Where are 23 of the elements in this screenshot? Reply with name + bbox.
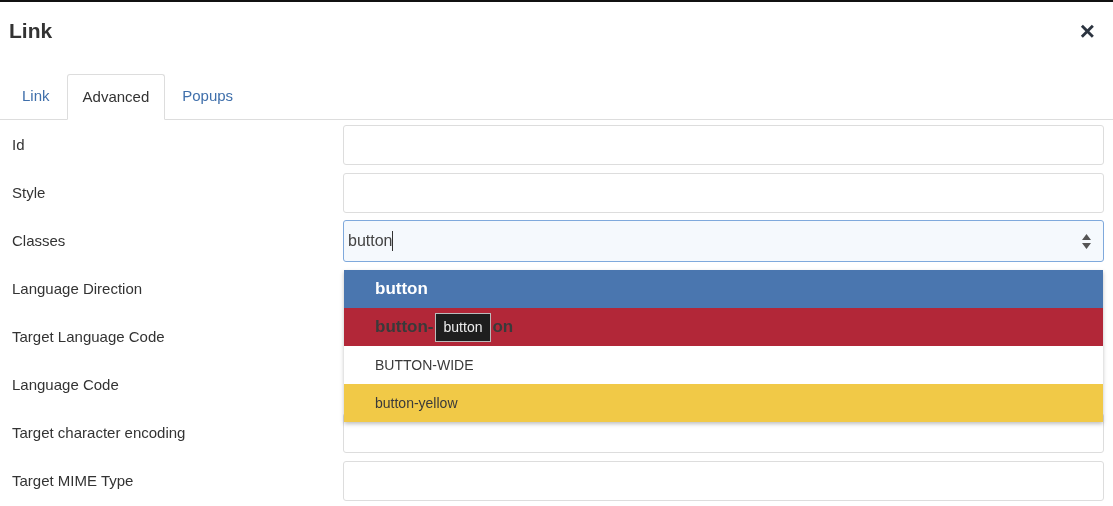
tooltip: button [434,312,492,342]
close-button[interactable]: × [1079,18,1095,44]
input-field[interactable] [343,125,1104,165]
input-field[interactable] [343,461,1104,501]
sort-arrows-icon [1082,234,1091,249]
tab[interactable]: Popups [165,73,251,119]
dialog-title: Link [9,18,53,45]
tab[interactable]: Advanced [66,74,166,120]
field-label: Id [11,134,26,155]
field-label: Target MIME Type [11,470,135,491]
dropdown-option[interactable]: button-yellow [344,384,1103,422]
classes-combobox[interactable]: button [343,220,1104,262]
dropdown-option[interactable]: button [344,270,1103,308]
field-label: Target character encoding [11,422,187,443]
field-label: Style [11,182,47,203]
input-field[interactable] [343,173,1104,213]
field-label: Language Direction [11,278,144,299]
field-label: Language Code [11,374,120,395]
dropdown-option[interactable]: BUTTON-WIDE [344,346,1103,384]
dropdown-option[interactable]: button- button on [344,308,1103,346]
field-label: Classes [11,230,67,251]
tab[interactable]: Link [5,73,67,119]
field-label: Target Language Code [11,326,166,347]
